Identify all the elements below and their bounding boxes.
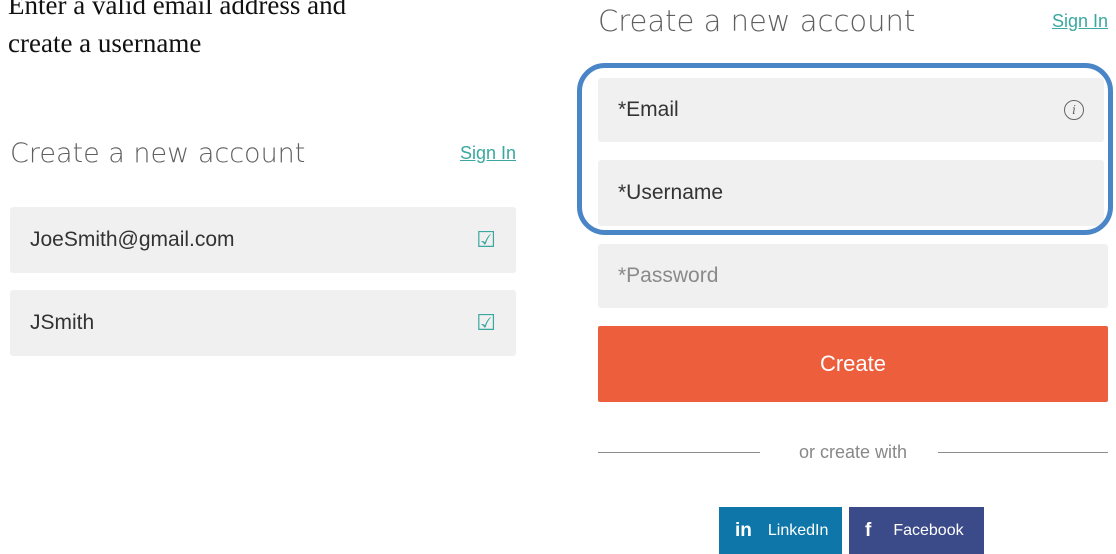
facebook-button[interactable]: f Facebook [849, 507, 984, 554]
instruction-line-2: create a username [8, 28, 202, 58]
email-field[interactable]: *Email i [598, 78, 1104, 142]
info-icon[interactable]: i [1064, 100, 1084, 120]
username-placeholder: *Username [618, 181, 724, 204]
left-username-value: JSmith [30, 311, 95, 334]
left-username-field[interactable]: JSmith ☑ [10, 290, 516, 356]
check-icon: ☑ [476, 227, 496, 252]
facebook-label: Facebook [893, 521, 964, 539]
facebook-icon: f [865, 519, 872, 541]
left-form-title: Create a new account [10, 138, 306, 169]
linkedin-button[interactable]: in LinkedIn [719, 507, 842, 554]
linkedin-icon: in [735, 519, 752, 541]
email-placeholder: *Email [618, 98, 679, 121]
instruction-line-1: Enter a valid email address and [8, 0, 347, 20]
divider-line-right [938, 452, 1108, 453]
password-placeholder: *Password [618, 264, 719, 287]
left-form-header: Create a new account Sign In [10, 138, 516, 169]
create-button[interactable]: Create [598, 326, 1108, 402]
or-create-with-divider: or create with [598, 440, 1108, 464]
left-email-field[interactable]: JoeSmith@gmail.com ☑ [10, 207, 516, 273]
right-form-header: Create a new account Sign In [598, 4, 1108, 38]
right-signin-link[interactable]: Sign In [1052, 11, 1108, 32]
left-signin-link[interactable]: Sign In [460, 143, 516, 164]
left-email-value: JoeSmith@gmail.com [30, 228, 235, 251]
linkedin-label: LinkedIn [767, 521, 829, 539]
right-form-title: Create a new account [598, 4, 916, 38]
instruction-text: Enter a valid email address and create a… [8, 0, 528, 62]
password-field[interactable]: *Password [598, 244, 1108, 308]
username-field[interactable]: *Username [598, 160, 1104, 226]
check-icon: ☑ [476, 310, 496, 335]
